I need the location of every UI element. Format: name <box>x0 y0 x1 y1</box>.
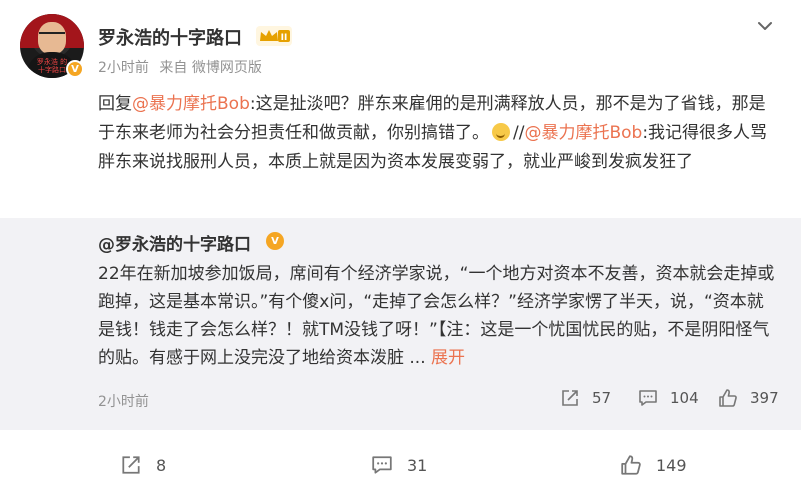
comment-icon <box>639 390 657 406</box>
more-chevron-icon[interactable] <box>755 16 775 36</box>
ellipsis: ... <box>404 348 432 368</box>
expand-link[interactable]: 展开 <box>431 348 465 368</box>
quoted-repost-button[interactable]: 57 <box>560 388 611 408</box>
crown-level: II <box>281 33 288 43</box>
quoted-text: 22年在新加坡参加饭局，席间有个经济学家说，“一个地方对资本不友善，资本就会走掉… <box>98 260 778 372</box>
separator: // <box>513 123 525 143</box>
repost-icon <box>122 456 140 474</box>
like-icon <box>621 455 641 475</box>
author-name[interactable]: 罗永浩的十字路口 <box>98 24 242 50</box>
quoted-author[interactable]: @罗永浩的十字路口 <box>98 230 251 255</box>
like-icon <box>719 389 737 407</box>
quoted-like-count: 397 <box>750 389 779 407</box>
weibo-post-card: 罗永浩 的十字路口 V 罗永浩的十字路口 II 2小时前 来自 微博网页版 回复… <box>0 0 801 495</box>
quoted-repost-count: 57 <box>592 389 612 407</box>
avatar-text: 罗永浩 的十字路口 <box>36 58 68 74</box>
quoted-time[interactable]: 2小时前 <box>98 391 149 411</box>
reply-prefix: 回复 <box>98 94 132 114</box>
post-source: 来自 微博网页版 <box>159 60 262 76</box>
repost-icon <box>562 390 578 406</box>
repost-button[interactable]: 8 <box>120 454 166 476</box>
post-meta: 2小时前 来自 微博网页版 <box>98 57 268 77</box>
quoted-comment-button[interactable]: 104 <box>638 388 699 408</box>
mention-link[interactable]: @暴力摩托Bob <box>132 94 250 114</box>
quoted-comment-count: 104 <box>670 389 699 407</box>
post-text: 回复@暴力摩托Bob:这是扯淡吧？胖东来雇佣的是刑满释放人员，那不是为了省钱，那… <box>98 90 778 177</box>
post-time[interactable]: 2小时前 <box>98 60 149 76</box>
mention-link[interactable]: @暴力摩托Bob <box>524 123 642 143</box>
comment-button[interactable]: 31 <box>371 454 427 476</box>
comment-count: 31 <box>407 455 428 475</box>
comment-icon <box>372 456 392 474</box>
crown-icon[interactable]: II <box>256 26 292 46</box>
repost-count: 8 <box>156 455 167 475</box>
verified-icon: V <box>66 60 84 78</box>
verified-icon: V <box>266 232 284 250</box>
quoted-like-button[interactable]: 397 <box>718 388 779 408</box>
smile-emoji-icon <box>492 123 510 141</box>
quoted-post[interactable]: @罗永浩的十字路口 V 22年在新加坡参加饭局，席间有个经济学家说，“一个地方对… <box>0 218 801 430</box>
like-count: 149 <box>656 455 687 475</box>
post-actions: 8 31 149 <box>0 430 801 495</box>
like-button[interactable]: 149 <box>620 454 687 476</box>
